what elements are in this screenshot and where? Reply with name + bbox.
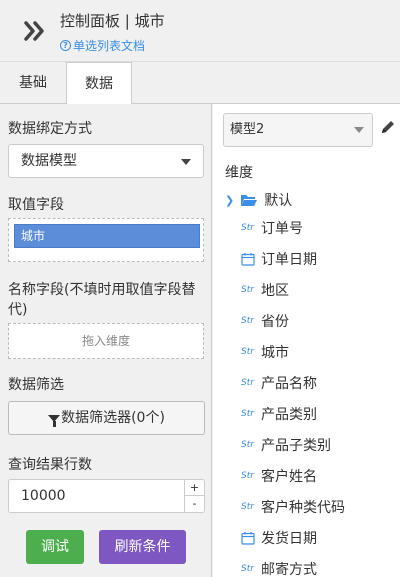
string-type-icon: Str [241,440,254,450]
field-item[interactable]: Str 产品子类别 [241,435,331,455]
string-type-icon: Str [241,316,254,326]
filter-icon [48,414,61,427]
field-item[interactable]: Str 邮寄方式 [241,559,317,577]
field-label: 省份 [261,314,289,330]
model-value: 模型2 [230,122,265,137]
field-label: 地区 [261,283,289,299]
binding-mode-value: 数据模型 [21,153,77,169]
data-filter-button[interactable]: 数据筛选器(0个) [8,401,205,435]
model-select[interactable]: 模型2 [223,113,373,147]
filter-label: 数据筛选 [8,377,64,393]
name-field-label: 名称字段(不填时用取值字段替代) [8,282,196,318]
binding-mode-select[interactable]: 数据模型 [8,144,204,178]
field-item[interactable]: 发货日期 [241,528,317,548]
field-item[interactable]: Str 产品名称 [241,373,317,393]
tab-data[interactable]: 数据 [66,62,132,105]
calendar-icon [241,253,255,266]
rows-input[interactable]: 10000 + - [8,479,205,513]
field-label: 客户种类代码 [261,500,345,516]
name-field-dropzone[interactable]: 拖入维度 [8,323,204,359]
string-type-icon: Str [241,471,254,481]
refresh-conditions-button[interactable]: 刷新条件 [99,530,186,564]
value-field-chip[interactable]: 城市 [14,224,200,248]
field-item[interactable]: 订单日期 [241,249,317,269]
field-item[interactable]: Str 地区 [241,280,289,300]
dimension-label: 维度 [225,165,253,181]
field-item[interactable]: Str 订单号 [241,218,303,238]
string-type-icon: Str [241,347,254,357]
data-settings-panel: 数据绑定方式 数据模型 取值字段 城市 名称字段(不填时用取值字段替代) 拖入维… [0,104,212,577]
value-field-label: 取值字段 [8,197,64,213]
question-circle-icon: ? [60,40,71,51]
field-item[interactable]: Str 城市 [241,342,289,362]
field-label: 产品名称 [261,376,317,392]
caret-down-icon [181,159,191,165]
field-item[interactable]: Str 产品类别 [241,404,317,424]
field-label: 订单日期 [261,252,317,268]
header: 控制面板 | 城市 ? 单选列表文档 [0,0,400,62]
folder-open-icon [241,195,258,206]
debug-button[interactable]: 调试 [26,530,84,564]
field-item[interactable]: Str 省份 [241,311,289,331]
string-type-icon: Str [241,564,254,574]
folder-label: 默认 [264,193,293,209]
stepper-increment[interactable]: + [185,480,204,496]
field-label: 城市 [261,345,289,361]
field-label: 发货日期 [261,531,317,547]
chevron-down-icon: ❯ [225,193,235,207]
data-filter-button-label: 数据筛选器(0个) [61,410,165,426]
rows-label: 查询结果行数 [8,457,92,473]
field-item[interactable]: Str 客户姓名 [241,466,317,486]
field-item[interactable]: Str 客户种类代码 [241,497,345,517]
binding-mode-label: 数据绑定方式 [8,121,92,137]
string-type-icon: Str [241,409,254,419]
field-label: 产品子类别 [261,438,331,454]
field-label: 客户姓名 [261,469,317,485]
double-chevron-right-icon[interactable] [22,18,48,44]
rows-value: 10000 [21,488,66,504]
string-type-icon: Str [241,378,254,388]
folder-default[interactable]: ❯ 默认 [225,190,292,210]
rows-stepper: + - [184,480,204,512]
panel-title: 控制面板 | 城市 [60,12,165,30]
help-doc-link-label: 单选列表文档 [73,39,146,53]
string-type-icon: Str [241,223,254,233]
help-doc-link[interactable]: ? 单选列表文档 [60,37,145,54]
tab-basic[interactable]: 基础 [0,62,66,104]
stepper-decrement[interactable]: - [185,496,204,512]
model-panel: 模型2 维度 ❯ 默认 Str 订单号 订单日期 Str 地区 Str 省份 Str 城市 Str… [213,104,400,577]
string-type-icon: Str [241,285,254,295]
pencil-icon[interactable] [379,118,397,136]
string-type-icon: Str [241,502,254,512]
name-field-hint: 拖入维度 [81,334,130,348]
calendar-icon [241,532,255,545]
caret-down-icon [354,127,364,133]
field-label: 订单号 [261,221,303,237]
tab-bar: 基础 数据 [0,62,400,105]
field-label: 邮寄方式 [261,562,317,577]
value-field-dropzone[interactable]: 城市 [8,218,204,262]
field-label: 产品类别 [261,407,317,423]
